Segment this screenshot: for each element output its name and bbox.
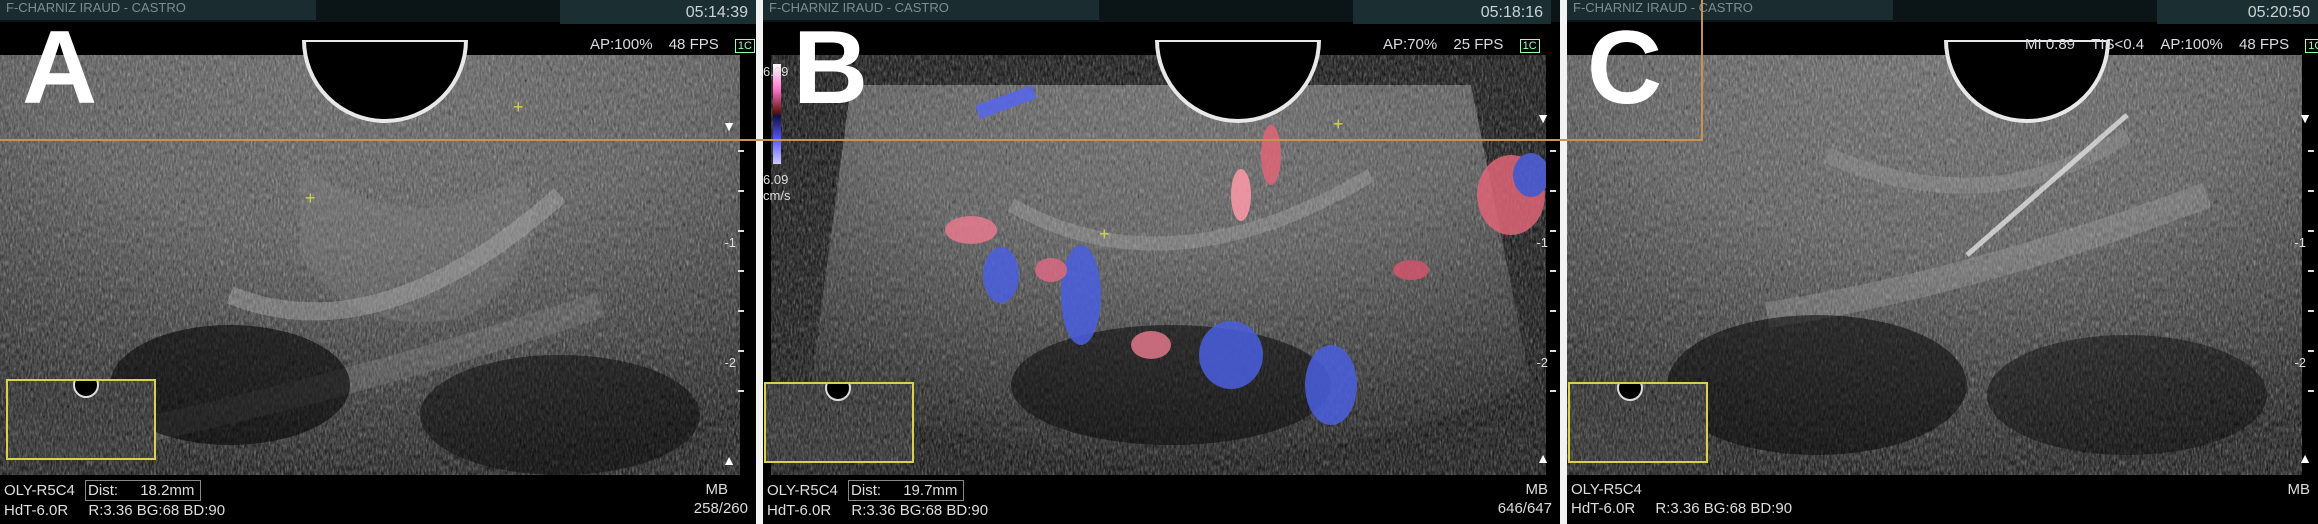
- mb-label: MB: [1525, 481, 1549, 498]
- footer-info: OLY-R5C4 HdT-6.0R R:3.36 BG:68 BD:90: [1571, 480, 1792, 518]
- probe-circle: [301, 40, 469, 123]
- status-item: AP:100%: [590, 36, 653, 53]
- probe-label: OLY-R5C4: [767, 482, 838, 499]
- frame-icon: 1C: [1519, 39, 1540, 53]
- distance-readout: Dist: 19.7mm: [848, 480, 965, 501]
- dist-value: 18.2mm: [140, 482, 195, 499]
- probe-label: OLY-R5C4: [4, 482, 75, 499]
- depth-scale: ▼ -1 -2 ▲: [2294, 110, 2314, 470]
- color-scale-bottom: 6.09: [763, 172, 789, 187]
- panel-b: F-CHARNIZ IRAUD - CASTRO 05:18:16 6.09 6…: [763, 0, 1560, 524]
- panel-divider: [1560, 0, 1567, 524]
- scale-marker-icon: ▼: [2298, 110, 2312, 126]
- caliper-marker: +: [1099, 224, 1110, 244]
- color-scale-top: 6.09: [763, 64, 789, 79]
- status-item: 48 FPS: [668, 36, 719, 53]
- status-item: 48 FPS: [2239, 36, 2290, 53]
- mode-label: HdT-6.0R: [4, 502, 69, 519]
- scale-marker-icon: ▼: [722, 118, 736, 134]
- frame-counter: 258/260: [693, 500, 748, 517]
- mb-label: MB: [2287, 481, 2311, 498]
- overlay-guide-line: [0, 139, 1703, 141]
- status-item: MI 0.89: [2025, 36, 2076, 53]
- mode-label: HdT-6.0R: [1571, 500, 1636, 517]
- thumbnail-preview: [6, 379, 156, 460]
- color-velocity-bar: [773, 64, 781, 164]
- depth-label: -1: [724, 235, 736, 250]
- dist-label: Dist:: [851, 482, 882, 499]
- depth-label: -2: [2294, 355, 2306, 370]
- scale-marker-icon: ▼: [1536, 110, 1550, 126]
- footer-info: OLY-R5C4 Dist: 19.7mm HdT-6.0R R:3.36 BG…: [767, 480, 988, 520]
- time-display: 05:14:39: [560, 0, 756, 24]
- depth-label: -2: [724, 355, 736, 370]
- status-item: TIS<0.4: [2091, 36, 2145, 53]
- depth-scale: ▼ -1 -2 ▲: [722, 110, 744, 470]
- mode-label: HdT-6.0R: [767, 502, 832, 519]
- status-readout: AP:70% 25 FPS 1C: [1371, 36, 1540, 53]
- mb-label: MB: [705, 481, 729, 498]
- focus-marker-icon: ▲: [722, 452, 736, 468]
- status-item: 25 FPS: [1453, 36, 1504, 53]
- params-label: R:3.36 BG:68 BD:90: [88, 502, 226, 519]
- panel-a: F-CHARNIZ IRAUD - CASTRO 05:14:39 A AP:1…: [0, 0, 756, 524]
- focus-marker-icon: ▲: [1536, 450, 1550, 466]
- caliper-marker: +: [1333, 114, 1344, 134]
- color-scale-unit: cm/s: [763, 188, 791, 203]
- footer-info: OLY-R5C4 Dist: 18.2mm HdT-6.0R R:3.36 BG…: [4, 480, 225, 520]
- panel-divider: [756, 0, 763, 524]
- frame-icon: 1C: [734, 39, 755, 53]
- depth-scale: ▼ -1 -2 ▲: [1536, 110, 1556, 470]
- panel-letter: A: [22, 10, 98, 126]
- status-item: AP:100%: [2160, 36, 2223, 53]
- caliper-marker: +: [513, 97, 524, 117]
- panel-letter: B: [793, 10, 869, 126]
- frame-counter: 646/647: [1497, 500, 1552, 517]
- panel-letter: C: [1587, 10, 1663, 126]
- caliper-marker: +: [305, 188, 316, 208]
- params-label: R:3.36 BG:68 BD:90: [1655, 500, 1793, 517]
- depth-label: -1: [1536, 235, 1548, 250]
- probe-label: OLY-R5C4: [1571, 481, 1642, 498]
- dist-label: Dist:: [88, 482, 119, 499]
- thumbnail-preview: [1568, 382, 1708, 463]
- depth-label: -2: [1536, 355, 1548, 370]
- time-display: 05:18:16: [1353, 0, 1551, 24]
- params-label: R:3.36 BG:68 BD:90: [851, 502, 989, 519]
- panel-c: F-CHARNIZ IRAUD - CASTRO 05:20:50 C MI 0…: [1567, 0, 2318, 524]
- probe-circle: [1943, 40, 2111, 123]
- distance-readout: Dist: 18.2mm: [85, 480, 202, 501]
- overlay-guide-line: [1701, 0, 1703, 141]
- status-readout: MI 0.89 TIS<0.4 AP:100% 48 FPS 1C: [2013, 36, 2318, 53]
- dist-value: 19.7mm: [903, 482, 958, 499]
- frame-icon: 1C: [2305, 39, 2318, 53]
- depth-label: -1: [2294, 235, 2306, 250]
- focus-marker-icon: ▲: [2298, 450, 2312, 466]
- status-item: AP:70%: [1383, 36, 1438, 53]
- probe-circle: [1154, 40, 1322, 123]
- status-readout: AP:100% 48 FPS 1C: [578, 36, 755, 53]
- thumbnail-preview: [764, 382, 914, 463]
- time-display: 05:20:50: [2157, 0, 2318, 24]
